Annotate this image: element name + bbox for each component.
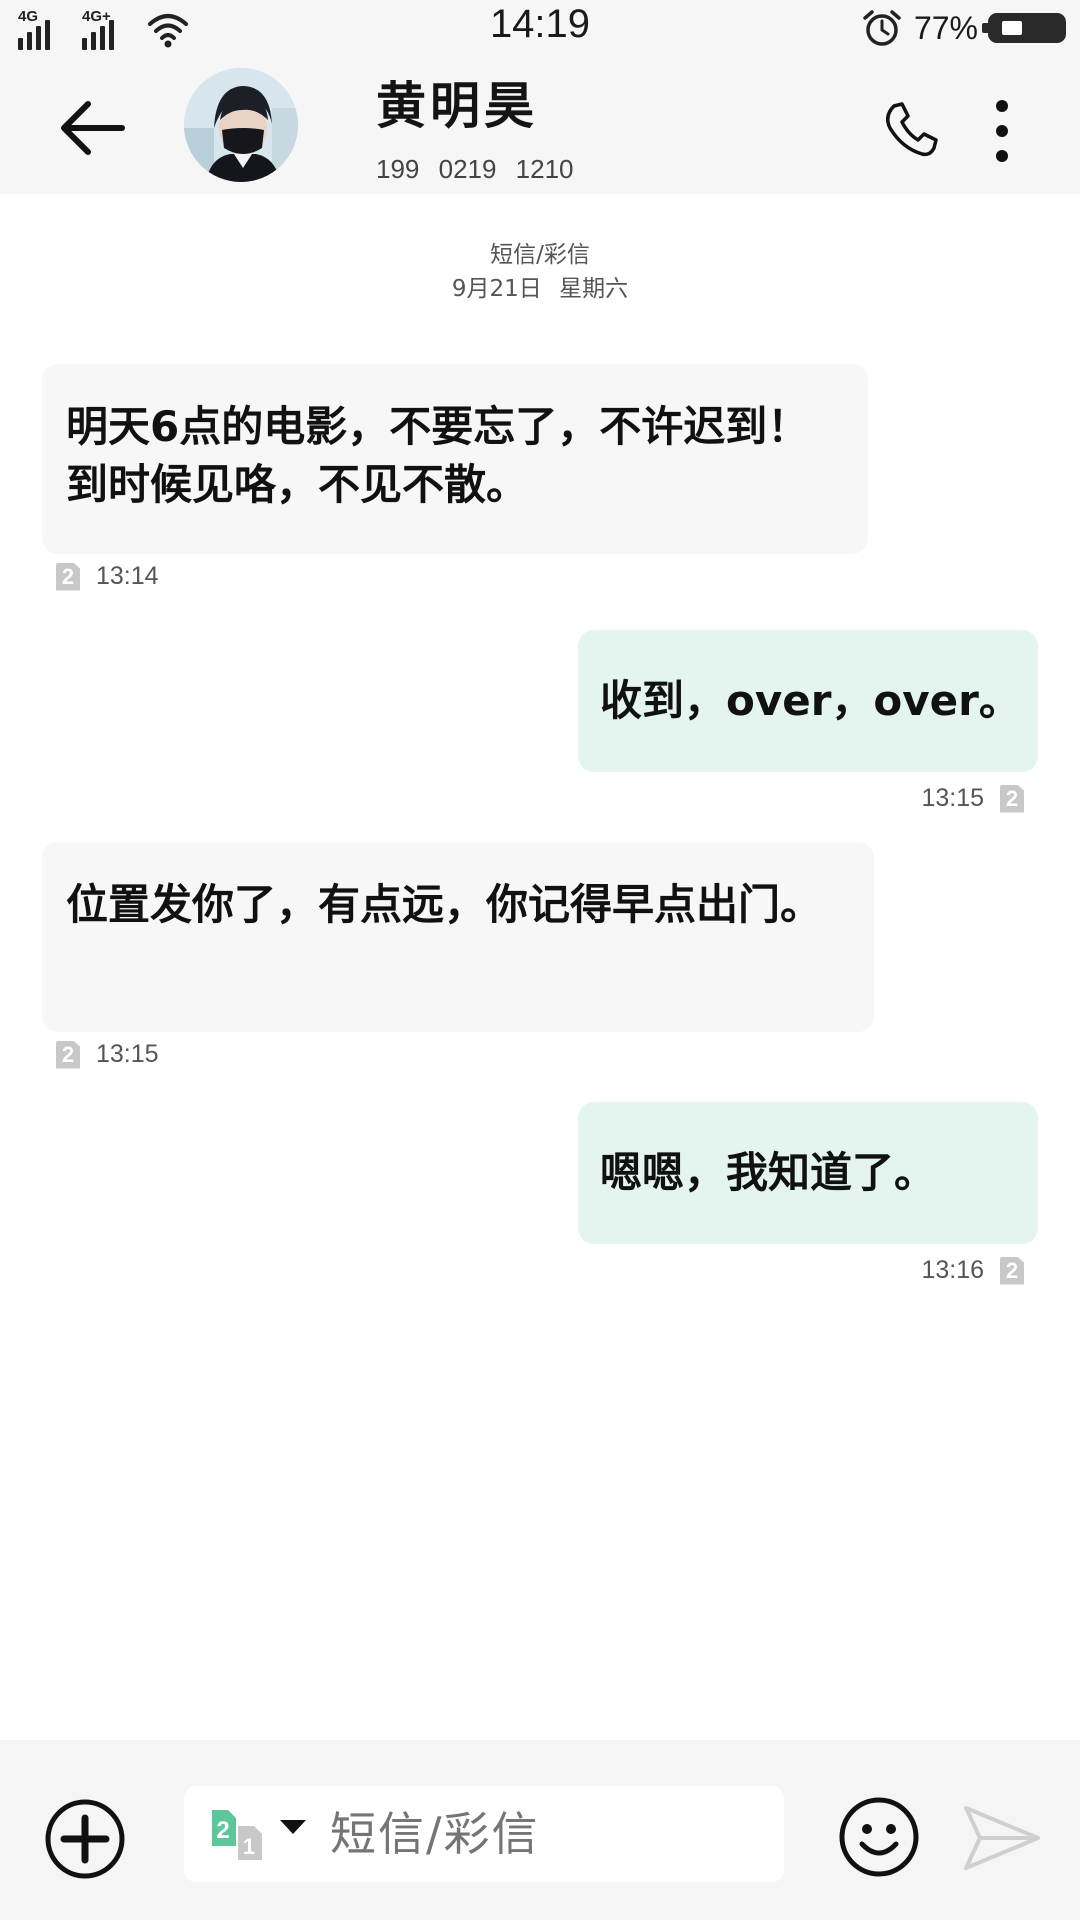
message-meta: 2 13:14	[56, 562, 159, 591]
message-time: 13:14	[96, 562, 159, 590]
add-attachment-icon[interactable]	[44, 1798, 126, 1880]
sim-card-icon: 2	[1000, 1256, 1024, 1285]
conversation-header: 黄明昊 199 0219 1210	[0, 56, 1080, 194]
contact-avatar[interactable]	[184, 68, 298, 182]
date-label: 9月21日 星期六	[451, 276, 629, 302]
contact-phone: 199 0219 1210	[376, 154, 574, 184]
sim-card-icon: 2	[1000, 784, 1024, 813]
incoming-message-bubble[interactable]: 位置发你了，有点远，你记得早点出门。	[42, 842, 874, 1032]
message-text: 明天6点的电影，不要忘了，不许迟到！到时候见咯，不见不散。	[66, 402, 810, 509]
message-meta: 13:15 2	[921, 784, 1024, 813]
sim-secondary-label: 1	[243, 1834, 255, 1859]
sim-card-icon: 2	[56, 1040, 80, 1069]
more-options-icon[interactable]	[984, 96, 1020, 166]
message-time: 13:15	[96, 1040, 159, 1068]
avatar-image	[184, 68, 298, 182]
outgoing-message-bubble[interactable]: 嗯嗯，我知道了。	[578, 1102, 1038, 1244]
back-arrow-icon[interactable]	[52, 86, 136, 170]
status-bar: 4G 4G+ 14:19 77%	[0, 0, 1080, 56]
sim-select-icon[interactable]: 1 2	[212, 1810, 312, 1862]
alarm-icon	[863, 10, 901, 46]
message-time: 13:16	[921, 1256, 984, 1284]
sim-card-icon: 2	[56, 562, 80, 591]
message-composer: 1 2	[184, 1786, 902, 1882]
send-icon[interactable]	[962, 1804, 1042, 1872]
outgoing-message-bubble[interactable]: 收到，over，over。	[578, 630, 1038, 772]
phone-icon[interactable]	[880, 100, 940, 160]
message-time: 13:15	[921, 784, 984, 812]
message-input[interactable]	[330, 1786, 902, 1882]
message-text: 嗯嗯，我知道了。	[600, 1148, 937, 1197]
channel-label: 短信/彩信	[490, 242, 590, 268]
message-meta: 2 13:15	[56, 1040, 159, 1069]
battery-icon	[982, 13, 1066, 43]
sim-primary-label: 2	[216, 1817, 229, 1844]
battery-percent: 77%	[913, 9, 978, 46]
message-text: 收到，over，over。	[600, 676, 1021, 725]
composer-bar: 1 2	[0, 1740, 1080, 1920]
conversation-date-header: 短信/彩信 9月21日 星期六	[0, 238, 1080, 306]
emoji-icon[interactable]	[838, 1796, 920, 1878]
contact-name: 黄明昊	[376, 77, 538, 135]
incoming-message-bubble[interactable]: 明天6点的电影，不要忘了，不许迟到！到时候见咯，不见不散。	[42, 364, 868, 554]
message-text: 位置发你了，有点远，你记得早点出门。	[66, 880, 823, 929]
message-meta: 13:16 2	[921, 1256, 1024, 1285]
